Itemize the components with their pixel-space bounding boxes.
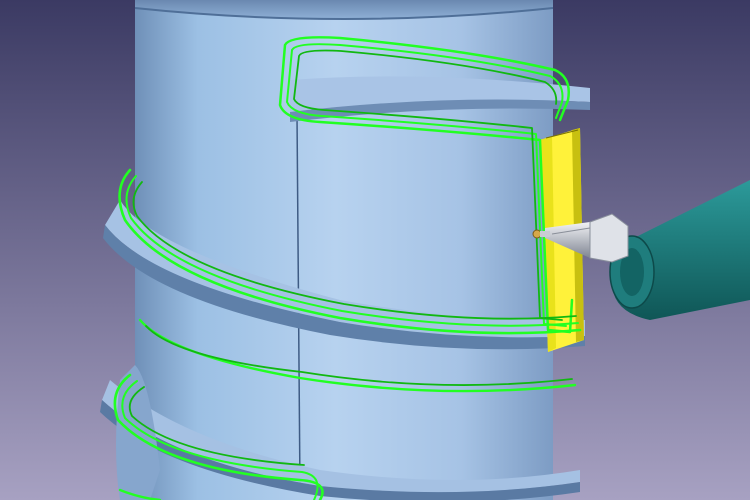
3d-viewport[interactable] [0, 0, 750, 500]
cylindrical-workpiece[interactable] [134, 0, 554, 500]
cam-scene[interactable] [0, 0, 750, 500]
